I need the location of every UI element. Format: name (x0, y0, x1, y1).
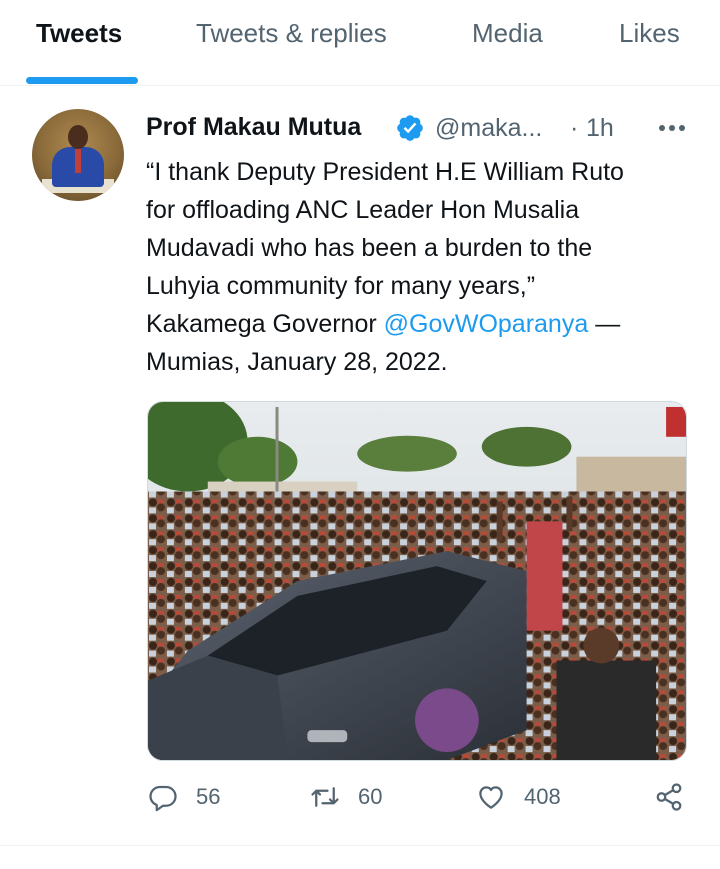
tweet-text: “I thank Deputy President H.E William Ru… (146, 153, 694, 381)
tweet-text-line: “I thank Deputy President H.E William Ru… (146, 158, 624, 186)
display-name[interactable]: Prof Makau Mutua (146, 113, 361, 142)
tab-tweets-and-replies[interactable]: Tweets & replies (196, 18, 387, 54)
active-tab-indicator (26, 77, 138, 84)
tweet-text-line: Mudavadi who has been a burden to the (146, 234, 593, 262)
like-button[interactable]: 408 (476, 777, 561, 817)
share-icon (656, 783, 682, 811)
avatar-head-shape (68, 125, 88, 149)
tab-tweets[interactable]: Tweets (36, 18, 122, 54)
avatar[interactable] (32, 109, 124, 201)
profile-tabs: Tweets Tweets & replies Media Likes (0, 0, 720, 86)
retweet-count: 60 (358, 784, 383, 809)
mention-link[interactable]: @GovWOparanya (384, 310, 589, 338)
user-handle[interactable]: @maka... (435, 114, 542, 143)
separator-dot: · (570, 114, 579, 142)
tweet-text-line: Kakamega Governor @GovWOparanya — (146, 305, 694, 343)
reply-button[interactable]: 56 (148, 777, 220, 817)
tweet-timestamp[interactable]: 1h (586, 114, 614, 143)
tab-media[interactable]: Media (472, 18, 543, 54)
reply-icon (149, 785, 177, 812)
share-button[interactable] (654, 777, 684, 817)
like-count: 408 (524, 784, 561, 809)
tweet-text-line: Mumias, January 28, 2022. (146, 348, 448, 376)
reply-count: 56 (196, 784, 221, 809)
tweet-actions: 56 60 408 (0, 777, 720, 817)
tweet-text-line: for offloading ANC Leader Hon Musalia (146, 196, 580, 224)
tweet-photo[interactable] (147, 401, 687, 761)
verified-badge-icon (397, 115, 423, 141)
tweet-text-line: Luhyia community for many years,” (146, 272, 536, 300)
tweet-text-fragment: — (588, 310, 621, 338)
avatar-tie-shape (75, 149, 81, 173)
heart-icon (479, 786, 503, 809)
retweet-icon (311, 787, 339, 807)
tweet-header: Prof Makau Mutua @maka... · 1h (146, 111, 696, 147)
more-options-icon[interactable] (656, 111, 688, 145)
tweet-text-fragment: Kakamega Governor (146, 310, 384, 338)
tweet[interactable]: Prof Makau Mutua @maka... · 1h “I thank … (0, 87, 720, 846)
retweet-button[interactable]: 60 (310, 777, 382, 817)
tab-likes[interactable]: Likes (619, 18, 680, 54)
